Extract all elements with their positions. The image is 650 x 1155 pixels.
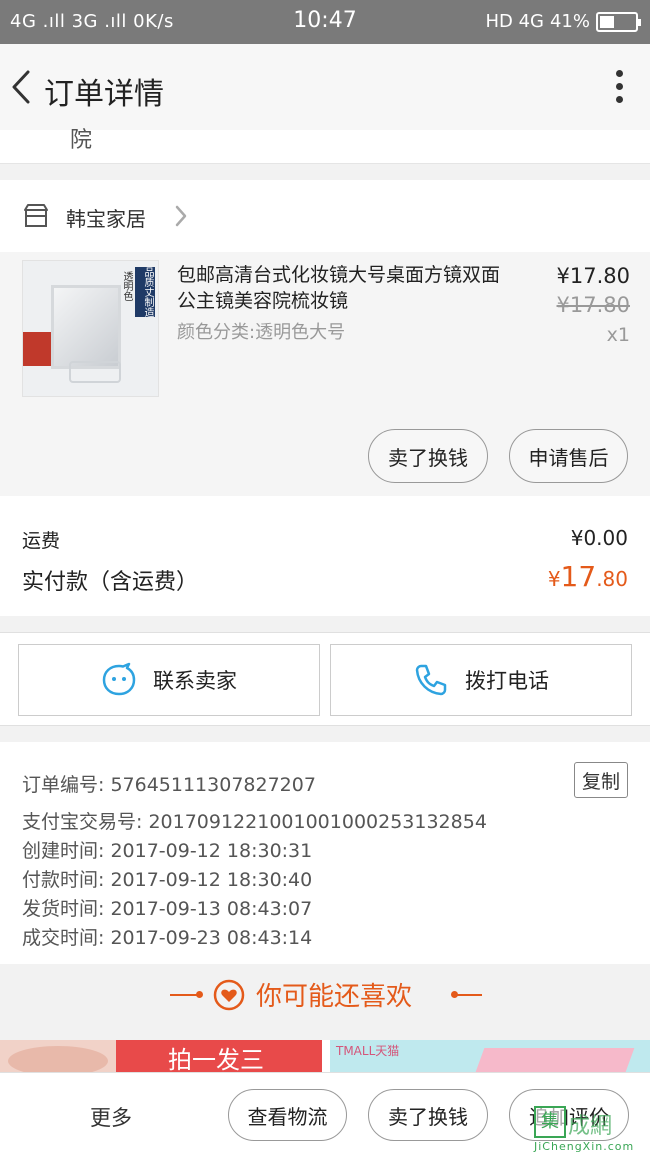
status-right: HD 4G 41% (485, 11, 641, 32)
heart-icon (213, 979, 245, 1011)
completed-time: 成交时间: 2017-09-23 08:43:14 (22, 927, 313, 949)
divider-right (456, 994, 482, 996)
call-phone-label: 拨打电话 (465, 669, 549, 693)
view-logistics-button[interactable]: 查看物流 (228, 1089, 347, 1141)
created-time: 创建时间: 2017-09-12 18:30:31 (22, 840, 313, 862)
divider-left (170, 994, 198, 996)
sell-for-cash-button[interactable]: 卖了换钱 (368, 429, 488, 483)
watermark-url: JiChengXin.com (534, 1140, 635, 1153)
paid-time: 付款时间: 2017-09-12 18:30:40 (22, 869, 313, 891)
paid-dec: .80 (596, 567, 628, 591)
back-arrow-icon[interactable] (4, 64, 44, 110)
shop-row[interactable]: 韩宝家居 (0, 180, 650, 252)
product-spec: 颜色分类:透明色大号 (177, 322, 346, 343)
chat-bubble-icon (102, 662, 136, 696)
after-sale-button[interactable]: 申请售后 (509, 429, 628, 483)
recommend-banners: 拍一发三 TMALL天猫 (0, 1040, 650, 1072)
contact-seller-label: 联系卖家 (153, 669, 237, 693)
banner-right-shape (475, 1048, 635, 1072)
nav-bar: 订单详情 (0, 44, 650, 130)
watermark-box: 集 (534, 1106, 566, 1138)
banner-right-text: TMALL天猫 (336, 1044, 400, 1058)
paid-label: 实付款（含运费） (22, 570, 199, 595)
recommend-header: 你可能还喜欢 (0, 964, 650, 1028)
product-item[interactable]: 透明色 品质丈制造 包邮高清台式化妆镜大号桌面方镜双面公主镜美容院梳妆镜 颜色分… (0, 252, 650, 496)
contact-section: 联系卖家 拨打电话 (0, 632, 650, 726)
thumb-label-brand: 品质丈制造 (135, 267, 155, 317)
banner-right[interactable]: TMALL天猫 (330, 1040, 650, 1072)
banner-left[interactable]: 拍一发三 (0, 1040, 322, 1072)
phone-icon (415, 664, 447, 696)
product-title: 包邮高清台式化妆镜大号桌面方镜双面公主镜美容院梳妆镜 (177, 264, 501, 312)
order-info: 订单编号: 57645111307827207 复制 支付宝交易号: 20170… (0, 742, 650, 964)
recommend-title: 你可能还喜欢 (256, 982, 413, 1012)
watermark-logo: 集 成網 JiChengXin.com (534, 1106, 650, 1155)
sell-for-cash-bottom-button[interactable]: 卖了换钱 (368, 1089, 488, 1141)
product-original-price: ¥17.80 (556, 293, 630, 317)
paid-int: 17 (560, 560, 597, 593)
battery-icon (596, 11, 641, 32)
banner-left-text: 拍一发三 (116, 1040, 322, 1072)
address-tail-text: 院 (70, 128, 93, 153)
more-menu-icon[interactable] (614, 70, 624, 106)
product-quantity: x1 (606, 324, 630, 346)
product-price: ¥17.80 (556, 264, 630, 288)
contact-seller-button[interactable]: 联系卖家 (18, 644, 320, 716)
battery-percent: 41% (549, 11, 590, 32)
network-label: HD 4G (485, 11, 544, 32)
call-phone-button[interactable]: 拨打电话 (330, 644, 632, 716)
battery-fill (600, 15, 614, 28)
shop-name: 韩宝家居 (66, 207, 146, 231)
chevron-right-icon (175, 205, 187, 227)
page-title: 订单详情 (44, 77, 164, 112)
address-section: 院 (0, 128, 650, 164)
thumb-stand (69, 361, 121, 383)
shipping-value: ¥0.00 (570, 526, 628, 550)
status-bar: 4G .ıll 3G .ıll 0K/s 10:47 HD 4G 41% (0, 0, 650, 44)
shipped-time: 发货时间: 2017-09-13 08:43:07 (22, 898, 313, 920)
banner-eye-image (8, 1046, 108, 1072)
shipping-label: 运费 (22, 530, 61, 552)
divider-dot-left (196, 991, 203, 998)
order-number: 订单编号: 57645111307827207 (22, 774, 316, 796)
fee-summary: 运费 ¥0.00 实付款（含运费） ¥17.80 (0, 496, 650, 616)
paid-amount: ¥17.80 (548, 560, 628, 593)
watermark-name: 成網 (568, 1114, 613, 1139)
thumb-mirror (51, 285, 121, 369)
shop-icon (24, 204, 48, 227)
product-thumbnail[interactable]: 透明色 品质丈制造 (22, 260, 159, 397)
alipay-number: 支付宝交易号: 2017091221001001000253132854 (22, 811, 487, 833)
paid-currency: ¥ (547, 567, 561, 591)
copy-button[interactable]: 复制 (574, 762, 628, 798)
thumb-label-color: 透明色 (121, 271, 132, 301)
more-button[interactable]: 更多 (90, 1102, 132, 1132)
